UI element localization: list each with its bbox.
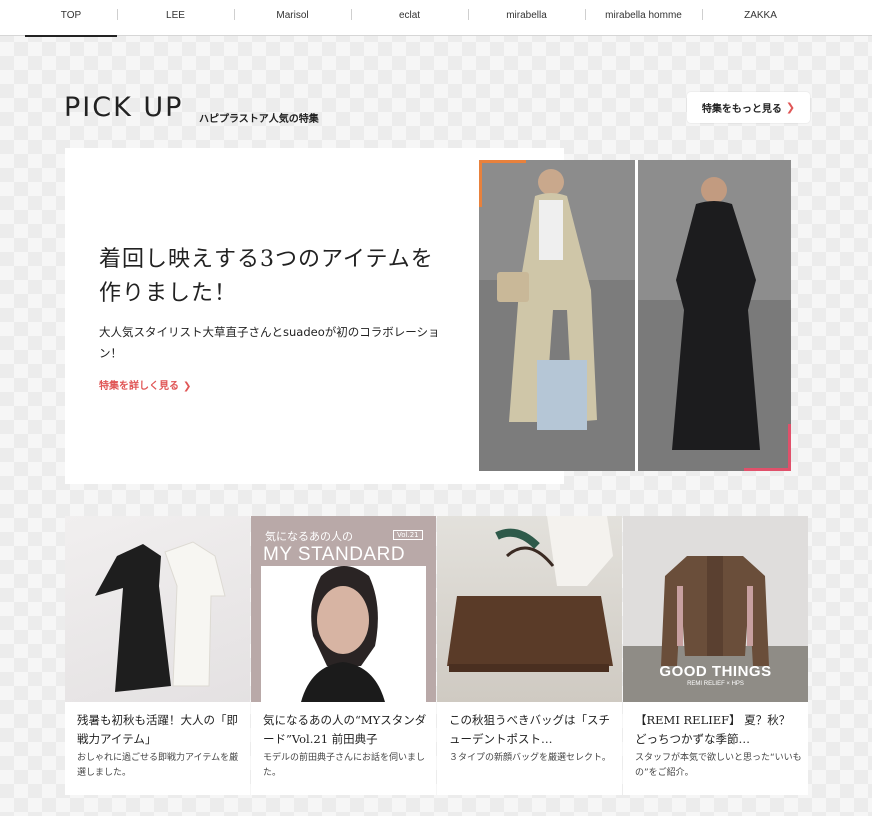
article-card-1[interactable]: 残暑も初秋も活躍！大人の「即戦力アイテム」 おしゃれに過ごせる即戦力アイテムを厳… [65, 516, 250, 795]
see-more-label: 特集をもっと見る [701, 104, 782, 115]
article-thumbnail [65, 516, 250, 702]
article-title: 【REMI RELIEF】 夏？秋？どっちつかずな季節… [635, 713, 791, 746]
thumb-kicker: 気になるあの人の [265, 530, 353, 543]
article-thumbnail: 気になるあの人の Vol.21 MY STANDARD [251, 516, 436, 702]
article-description: おしゃれに過ごせる即戦力アイテムを厳選しました。 [77, 753, 239, 778]
thumb-heading: GOOD THINGS [659, 663, 772, 680]
chevron-right-icon: ❯ [785, 101, 796, 114]
pickup-subtitle: ハピプラストア人気の特集 [199, 114, 319, 125]
article-thumbnail [437, 516, 622, 702]
nav-item-lee[interactable]: LEE [117, 0, 234, 36]
article-thumbnail: GOOD THINGS REMI RELIEF × HPS [623, 516, 808, 702]
feature-headline[interactable]: 着回し映えする3つのアイテムを作りました！ [99, 243, 449, 311]
dresses-image [95, 541, 226, 692]
article-title: 気になるあの人の“MYスタンダード”Vol.21 前田典子 [263, 713, 427, 746]
model-black-dress-figure [638, 160, 791, 471]
feature-detail-link[interactable]: 特集を詳しく見る ❯ [99, 377, 191, 392]
nav-item-eclat[interactable]: eclat [351, 0, 468, 36]
nav-item-top[interactable]: TOP [0, 0, 117, 37]
thumb-subheading: REMI RELIEF × HPS [687, 681, 744, 687]
nav-item-mirabella-homme[interactable]: mirabella homme [585, 0, 702, 36]
article-card-4[interactable]: GOOD THINGS REMI RELIEF × HPS 【REMI RELI… [623, 516, 808, 795]
bag-image [447, 516, 613, 672]
top-nav: TOP LEE Marisol eclat mirabella mirabell… [0, 0, 872, 37]
thumb-heading: MY STANDARD [263, 544, 406, 565]
see-more-features-button[interactable]: 特集をもっと見る ❯ [687, 92, 810, 123]
chevron-right-icon: ❯ [183, 381, 192, 392]
feature-link-label: 特集を詳しく見る [99, 381, 179, 392]
nav-item-zakka[interactable]: ZAKKA [702, 0, 819, 36]
feature-photo[interactable] [479, 160, 791, 471]
model-beige-coat-figure [479, 160, 635, 471]
article-description: モデルの前田典子さんにお話を伺いました。 [263, 753, 426, 778]
accent-corner-top-left [479, 160, 526, 163]
article-description: ３タイプの新顔バッグを厳選セレクト。 [449, 753, 611, 763]
article-card-3[interactable]: この秋狙うべきバッグは「スチューデントポスト… ３タイプの新顔バッグを厳選セレク… [437, 516, 622, 795]
feature-description: 大人気スタイリスト大草直子さんとsuadeoが初のコラボレーション！ [99, 325, 440, 360]
feature-photo-left [479, 160, 635, 471]
nav-item-mirabella[interactable]: mirabella [468, 0, 585, 36]
thumb-volume-badge: Vol.21 [393, 530, 423, 540]
accent-corner-bottom-right [788, 424, 791, 471]
article-title: 残暑も初秋も活躍！大人の「即戦力アイテム」 [77, 713, 238, 746]
feature-photo-right [638, 160, 791, 471]
article-description: スタッフが本気で欲しいと思った“いいもの”をご紹介。 [635, 753, 802, 778]
article-card-2[interactable]: 気になるあの人の Vol.21 MY STANDARD 気になるあの人の“MYス… [251, 516, 436, 795]
accent-corner-bottom-right [744, 468, 791, 471]
pickup-title: PICK UP [64, 92, 184, 123]
accent-corner-top-left [479, 160, 482, 207]
article-title: この秋狙うべきバッグは「スチューデントポスト… [449, 713, 610, 746]
nav-item-marisol[interactable]: Marisol [234, 0, 351, 36]
